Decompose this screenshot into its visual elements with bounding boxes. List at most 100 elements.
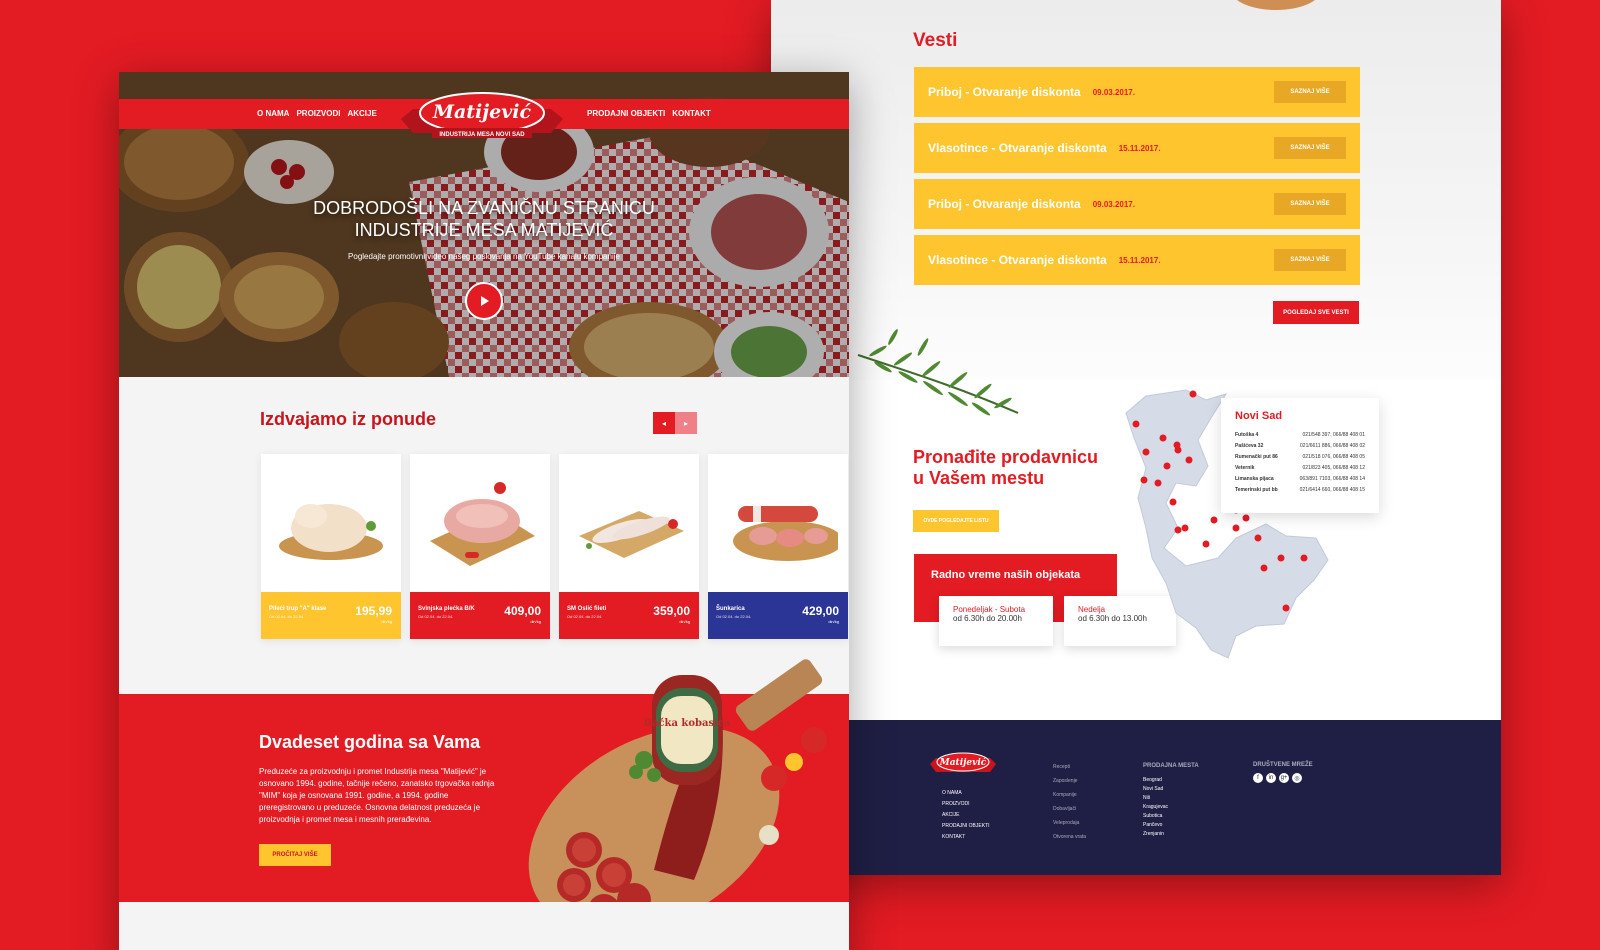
footer-place-link[interactable]: Subotica: [1143, 812, 1199, 821]
store-row: Rumenački put 86 021/518 076, 066/88 408 …: [1235, 454, 1365, 460]
footer-menu-item[interactable]: AKCIJE: [942, 810, 990, 821]
footer-place-link[interactable]: Beograd: [1143, 776, 1199, 785]
play-icon: [481, 296, 489, 306]
footer-place-link[interactable]: Novi Sad: [1143, 785, 1199, 794]
product-price: 195,99: [355, 604, 392, 618]
product-unit: din/kg: [381, 619, 392, 624]
instagram-icon[interactable]: ◎: [1292, 773, 1302, 783]
product-card[interactable]: Pileći trup "A" klase Od 02.04. do 22.04…: [261, 454, 401, 639]
hero-title-line1: DOBRODOŠLI NA ZVANIČNU STRANICU: [313, 198, 655, 218]
find-store-line1: Pronađite prodavnicu: [913, 447, 1099, 467]
footer-links: Recepti Zaposlenje Kompanije Dobavljači …: [1053, 760, 1086, 844]
footer-place-link[interactable]: Zrenjanin: [1143, 830, 1199, 839]
chicken-image: [279, 504, 383, 560]
product-price: 409,00: [504, 604, 541, 618]
product-price-bar: Pileći trup "A" klase Od 02.04. do 22.04…: [261, 592, 401, 639]
store-row: Veternik 021/823 405, 066/88 408 12: [1235, 465, 1365, 471]
city-store-popup: Novi Sad Futoška 4 021/548 397, 066/88 40…: [1221, 398, 1379, 513]
product-price-bar: SM Oslić fileti Od 02.04. do 22.04. 359,…: [559, 592, 699, 639]
read-more-button[interactable]: SAZNAJ VIŠE: [1274, 249, 1346, 271]
footer-place-link[interactable]: Pančevo: [1143, 821, 1199, 830]
about-text: Preduzeće za proizvodnju i promet Indust…: [259, 767, 495, 824]
hours-weekday-card: Ponedeljak - Subota od 6.30h do 20.00h: [939, 596, 1053, 646]
product-card[interactable]: Svinjska plećka B/K Od 02.04. do 22.04. …: [410, 454, 550, 639]
read-more-button[interactable]: SAZNAJ VIŠE: [1274, 137, 1346, 159]
nav-left: O NAMA PROIZVODI AKCIJE: [257, 109, 377, 118]
read-more-button[interactable]: SAZNAJ VIŠE: [1274, 81, 1346, 103]
all-news-button[interactable]: POGLEDAJ SVE VESTI: [1273, 301, 1359, 324]
svg-text:Matijević: Matijević: [432, 101, 532, 123]
news-item-title: Priboj - Otvaranje diskonta: [928, 197, 1081, 211]
nav-link-akcije[interactable]: AKCIJE: [347, 109, 376, 118]
store-row: Futoška 4 021/548 397, 066/88 408 01: [1235, 432, 1365, 438]
footer-link[interactable]: Dobavljači: [1053, 802, 1086, 816]
news-item-title: Vlasotince - Otvaranje diskonta: [928, 141, 1107, 155]
product-price-bar: Šunkarica Od 02.04. do 22.04. 429,00 din…: [708, 592, 848, 639]
nav-link-proizvodi[interactable]: PROIZVODI: [296, 109, 340, 118]
linkedin-icon[interactable]: in: [1266, 773, 1276, 783]
product-price: 359,00: [653, 604, 690, 618]
footer-menu-item[interactable]: PRODAJNI OBJEKTI: [942, 821, 990, 832]
news-item[interactable]: Vlasotince - Otvaranje diskonta 15.11.20…: [914, 123, 1360, 173]
store-row: Temerinski put bb 021/6414 660, 066/88 40…: [1235, 487, 1365, 493]
read-more-button[interactable]: PROČITAJ VIŠE: [259, 844, 331, 866]
footer-link[interactable]: Otvorena vrata: [1053, 830, 1086, 844]
fish-fillet-image: [579, 511, 684, 558]
news-page-mockup: Vesti Priboj - Otvaranje diskonta 09.03.…: [771, 0, 1501, 875]
play-button[interactable]: [465, 282, 503, 320]
footer-menu: O NAMA PROIZVODI AKCIJE PRODAJNI OBJEKTI…: [942, 788, 990, 843]
hero-title-line2: INDUSTRIJE MESA MATIJEVIĆ: [354, 220, 614, 240]
footer-place-link[interactable]: Niš: [1143, 794, 1199, 803]
hero-subtitle: Pogledajte promotivni video našeg poslov…: [348, 252, 620, 261]
product-unit: din/kg: [679, 619, 690, 624]
hours-weekday-label: Ponedeljak - Subota: [953, 605, 1026, 614]
facebook-icon[interactable]: f: [1253, 773, 1263, 783]
news-item[interactable]: Priboj - Otvaranje diskonta 09.03.2017. …: [914, 67, 1360, 117]
nav-link-o-nama[interactable]: O NAMA: [257, 109, 289, 118]
store-row: Limanska pijaca 063/891 7103, 066/88 408 …: [1235, 476, 1365, 482]
footer-logo[interactable]: Matijević: [928, 750, 998, 776]
footer-place-link[interactable]: Kragujevac: [1143, 803, 1199, 812]
ham-image: [733, 506, 838, 561]
footer-link[interactable]: Zaposlenje: [1053, 774, 1086, 788]
footer-places: PRODAJNA MESTA Beograd Novi Sad Niš Krag…: [1143, 762, 1199, 839]
next-section: [119, 902, 849, 950]
footer-link[interactable]: Veleprodaja: [1053, 816, 1086, 830]
news-item-title: Vlasotince - Otvaranje diskonta: [928, 253, 1107, 267]
store-row: Pašićeva 32 021/6611 886, 066/88 408 02: [1235, 443, 1365, 449]
read-more-button[interactable]: SAZNAJ VIŠE: [1274, 193, 1346, 215]
carousel-prev-button[interactable]: ◂: [653, 412, 675, 434]
carousel-next-button[interactable]: ▸: [675, 412, 697, 434]
product-label: Bačka kobasica: [644, 718, 731, 729]
news-item-date: 09.03.2017.: [1092, 199, 1135, 209]
news-title: Vesti: [913, 30, 958, 51]
footer-menu-item[interactable]: KONTAKT: [942, 832, 990, 843]
svg-text:INDUSTRIJA MESA NOVI SAD: INDUSTRIJA MESA NOVI SAD: [439, 132, 525, 138]
offer-title: Izdvajamo iz ponude: [260, 409, 437, 429]
city-name: Novi Sad: [1235, 410, 1283, 422]
nav-link-prodajni-objekti[interactable]: PRODAJNI OBJEKTI: [587, 109, 665, 118]
about-title: Dvadeset godina sa Vama: [259, 732, 481, 752]
footer-link[interactable]: Kompanije: [1053, 788, 1086, 802]
footer-menu-item[interactable]: O NAMA: [942, 788, 990, 799]
footer-places-title: PRODAJNA MESTA: [1143, 763, 1199, 769]
nav-right: PRODAJNI OBJEKTI KONTAKT: [587, 109, 711, 118]
nav-link-kontakt[interactable]: KONTAKT: [672, 109, 711, 118]
google-plus-icon[interactable]: g+: [1279, 773, 1289, 783]
product-unit: din/kg: [828, 619, 839, 624]
news-item-date: 15.11.2017.: [1118, 143, 1161, 153]
product-card[interactable]: Šunkarica Od 02.04. do 22.04. 429,00 din…: [708, 454, 848, 639]
footer-social-title: DRUŠTVENE MREŽE: [1253, 762, 1313, 768]
brand-logo[interactable]: Matijević INDUSTRIJA MESA NOVI SAD: [397, 89, 567, 144]
home-page-mockup: O NAMA PROIZVODI AKCIJE PRODAJNI OBJEKTI…: [119, 72, 849, 950]
news-item[interactable]: Vlasotince - Otvaranje diskonta 15.11.20…: [914, 235, 1360, 285]
footer: Matijević O NAMA PROIZVODI AKCIJE PRODAJ…: [848, 720, 1501, 875]
product-card[interactable]: SM Oslić fileti Od 02.04. do 22.04. 359,…: [559, 454, 699, 639]
news-item[interactable]: Priboj - Otvaranje diskonta 09.03.2017. …: [914, 179, 1360, 229]
view-list-button[interactable]: OVDE POGLEDAJTE LISTU: [913, 510, 999, 532]
rosemary-decoration: [857, 329, 1019, 416]
footer-menu-item[interactable]: PROIZVODI: [942, 799, 990, 810]
news-item-title: Priboj - Otvaranje diskonta: [928, 85, 1081, 99]
footer-link[interactable]: Recepti: [1053, 760, 1086, 774]
footer-social: DRUŠTVENE MREŽE f in g+ ◎: [1253, 762, 1313, 783]
